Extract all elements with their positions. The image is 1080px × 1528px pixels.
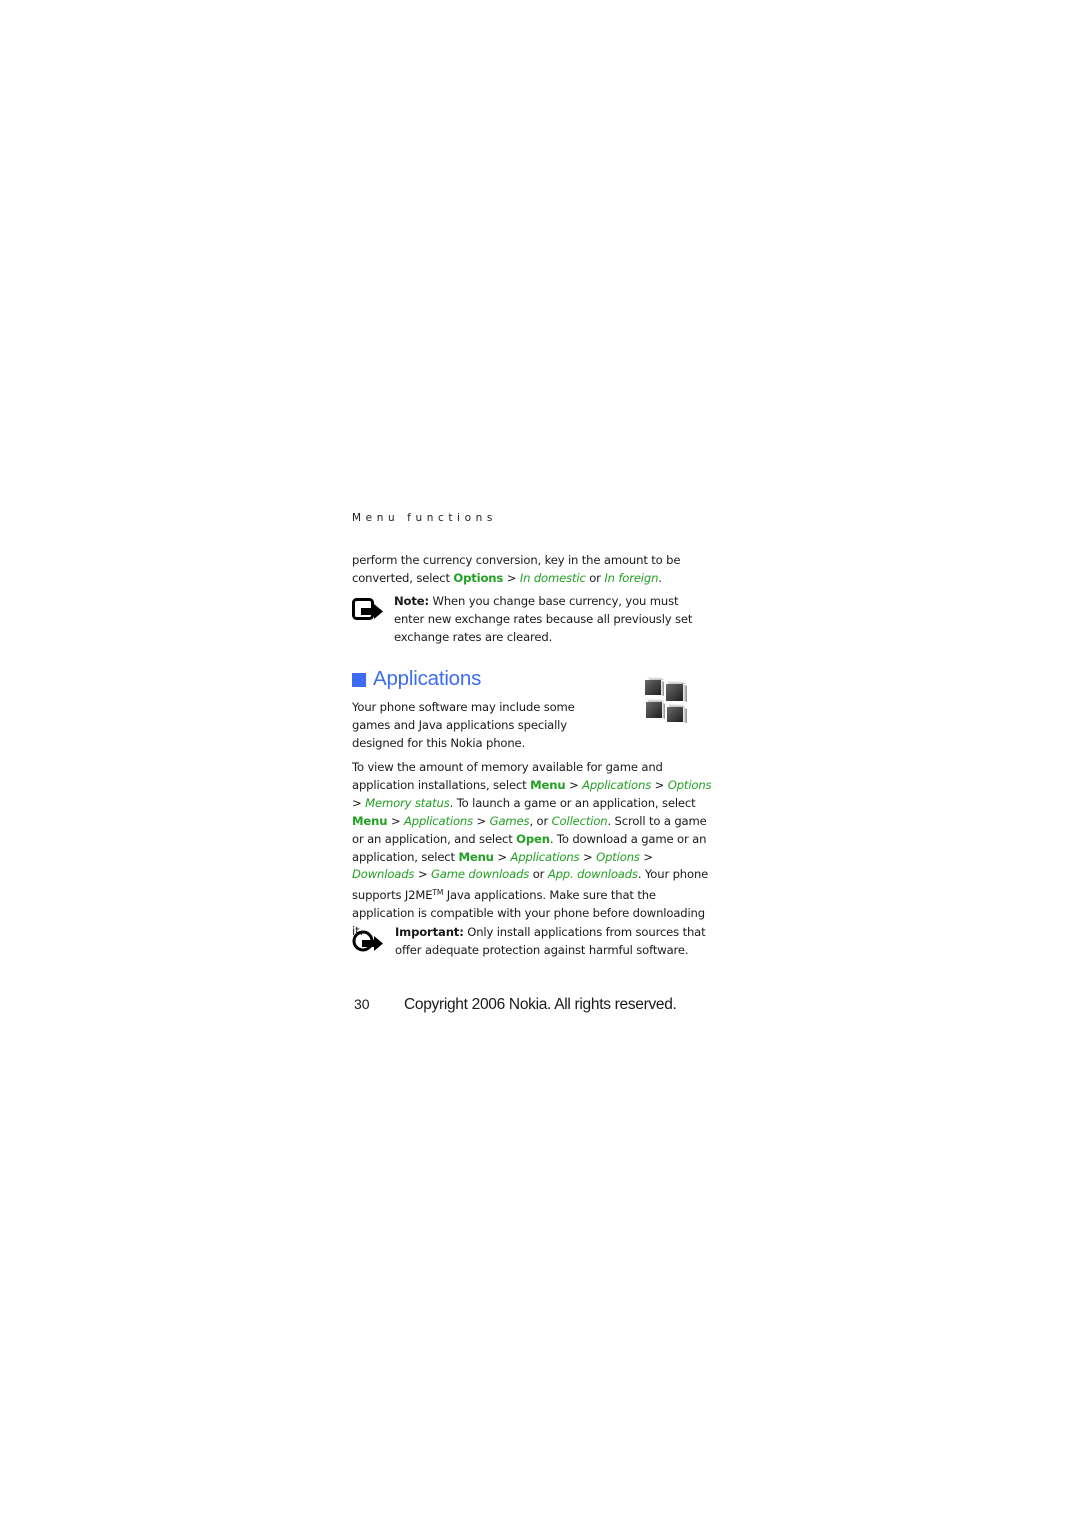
paragraph-currency-conversion: perform the currency conversion, key in … [352,552,712,588]
separator: > [651,777,668,792]
section-title: Applications [373,667,482,690]
separator: > [565,777,583,792]
menu-term-in-foreign: In foreign [604,570,659,585]
menu-term-collection: Collection [551,813,608,828]
copyright-notice: Copyright 2006 Nokia. All rights reserve… [404,996,677,1013]
text: . [658,570,662,585]
separator: > [503,570,520,585]
important-text: Important: Only install applications fro… [395,924,712,960]
trademark-symbol: TM [432,888,444,898]
menu-term-menu: Menu [530,777,566,792]
section-heading: Applications [352,667,481,691]
menu-term-games: Games [489,813,530,828]
note-icon [352,598,383,620]
menu-term-open: Open [516,831,550,846]
text: or [529,867,548,882]
menu-term-applications: Applications [582,777,652,792]
note-box: Note: When you change base currency, you… [352,593,712,647]
menu-term-options: Options [667,777,712,792]
menu-term-game-downloads: Game downloads [430,867,530,882]
separator: > [472,813,490,828]
menu-term-applications: Applications [403,813,473,828]
separator: > [639,849,653,864]
menu-term-memory-status: Memory status [365,795,450,810]
separator: > [414,867,431,882]
note-text: Note: When you change base currency, you… [394,593,712,647]
separator: > [493,849,511,864]
page-number: 30 [354,996,370,1012]
paragraph-applications-usage: To view the amount of memory available f… [352,759,714,941]
text: . To launch a game or an application, se… [449,795,696,810]
separator: > [387,813,404,828]
menu-term-in-domestic: In domestic [519,570,586,585]
menu-term-downloads: Downloads [352,867,415,882]
menu-term-menu: Menu [458,849,494,864]
menu-term-app-downloads: App. downloads [547,867,638,882]
important-label: Important: [395,925,464,939]
separator: > [352,795,366,810]
separator: > [579,849,597,864]
section-intro: Your phone software may include some gam… [352,700,575,750]
note-label: Note: [394,594,429,608]
text: , or [529,813,552,828]
applications-icon [645,677,687,723]
menu-term-options: Options [453,570,504,585]
menu-term-applications: Applications [510,849,580,864]
text: or [585,570,605,585]
note-body: When you change base currency, you must … [394,594,693,644]
menu-term-menu: Menu [352,813,388,828]
page-footer: 30 Copyright 2006 Nokia. All rights reser… [354,996,714,1014]
menu-term-options: Options [596,849,640,864]
running-head: Menu functions [352,512,497,524]
important-box: Important: Only install applications fro… [352,924,712,960]
heading-bullet-icon [352,673,366,687]
important-icon [352,930,383,952]
